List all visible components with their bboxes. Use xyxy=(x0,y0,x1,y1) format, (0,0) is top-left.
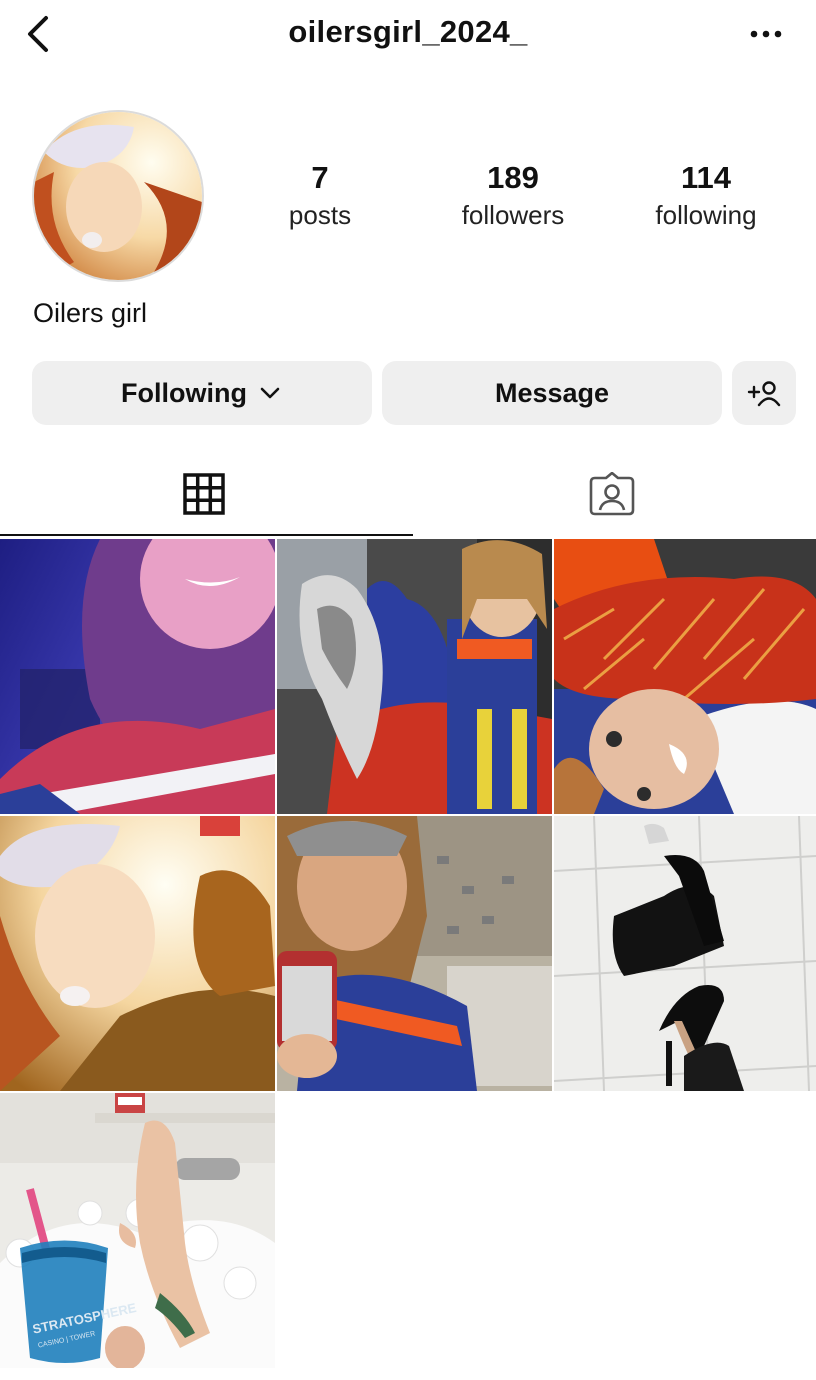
ellipsis-icon xyxy=(750,30,782,38)
post-thumbnail[interactable] xyxy=(277,539,552,814)
profile-display-name: Oilers girl xyxy=(33,298,148,328)
post-thumbnail[interactable] xyxy=(0,816,275,1091)
profile-avatar[interactable] xyxy=(32,110,204,282)
posts-label: posts xyxy=(288,200,352,230)
stat-following[interactable]: 114 following xyxy=(626,158,786,232)
post-image: STRATOSPHERE CASINO | TOWER xyxy=(0,1093,275,1368)
message-button-label: Message xyxy=(494,377,610,408)
post-image xyxy=(554,539,816,814)
followers-count: 189 xyxy=(487,160,539,195)
post-thumbnail[interactable]: STRATOSPHERE CASINO | TOWER xyxy=(0,1093,275,1368)
add-user-icon xyxy=(747,381,781,407)
suggest-users-button[interactable] xyxy=(732,361,796,425)
post-image xyxy=(277,816,552,1091)
followers-label: followers xyxy=(461,200,565,230)
profile-username: oilersgirl_2024_ xyxy=(288,14,528,49)
stat-posts[interactable]: 7 posts xyxy=(240,158,400,232)
post-image xyxy=(0,539,275,814)
grid-icon xyxy=(183,473,225,515)
tab-posts-grid[interactable] xyxy=(0,450,408,538)
post-thumbnail[interactable] xyxy=(0,539,275,814)
message-button[interactable]: Message xyxy=(382,361,722,425)
post-thumbnail[interactable] xyxy=(554,816,816,1091)
posts-count: 7 xyxy=(311,160,329,195)
post-image xyxy=(0,816,275,1091)
following-label: following xyxy=(655,200,757,230)
post-thumbnail[interactable] xyxy=(277,816,552,1091)
stat-followers[interactable]: 189 followers xyxy=(433,158,593,232)
active-tab-indicator xyxy=(0,534,413,536)
tab-tagged[interactable] xyxy=(408,450,816,538)
following-count: 114 xyxy=(680,160,731,195)
post-image xyxy=(554,816,816,1091)
chevron-down-icon xyxy=(260,387,280,399)
top-bar: oilersgirl_2024_ xyxy=(0,0,816,70)
post-thumbnail[interactable] xyxy=(554,539,816,814)
profile-tabs xyxy=(0,450,816,538)
avatar-photo xyxy=(34,112,202,280)
tagged-icon xyxy=(589,472,635,516)
following-button[interactable]: Following xyxy=(32,361,372,425)
post-image xyxy=(277,539,552,814)
more-options-button[interactable] xyxy=(746,22,786,46)
following-button-label: Following xyxy=(121,377,247,408)
